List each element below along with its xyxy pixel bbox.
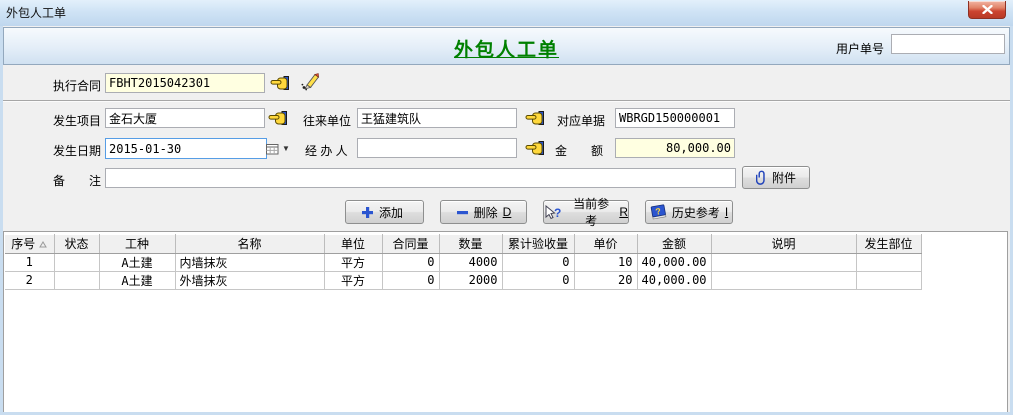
- column-header-7[interactable]: 数量: [439, 234, 502, 253]
- grid-cell[interactable]: 4000: [439, 253, 502, 271]
- remark-label: 备 注: [53, 172, 101, 189]
- window-title: 外包人工单: [6, 4, 66, 21]
- book-icon: ?: [650, 204, 667, 220]
- grid-cell[interactable]: 外墙抹灰: [175, 271, 324, 289]
- contract-edit-pencil-icon[interactable]: [300, 72, 321, 91]
- contract-label: 执行合同: [53, 77, 101, 94]
- close-icon: [982, 5, 993, 14]
- counterpart-lookup-hand-icon[interactable]: [525, 110, 545, 126]
- form-header: 外包人工单 用户单号: [3, 27, 1010, 65]
- help-cursor-icon: ?: [544, 205, 563, 220]
- grid-cell[interactable]: 平方: [324, 253, 382, 271]
- add-button[interactable]: 添加: [345, 200, 424, 224]
- grid-cell[interactable]: 2000: [439, 271, 502, 289]
- column-header-4[interactable]: 名称: [175, 234, 324, 253]
- close-button[interactable]: [968, 1, 1006, 19]
- contract-input[interactable]: [105, 73, 265, 93]
- date-label: 发生日期: [53, 142, 101, 159]
- column-header-2[interactable]: 状态: [54, 234, 99, 253]
- grid-cell[interactable]: 20: [574, 271, 637, 289]
- grid-cell[interactable]: A土建: [99, 253, 175, 271]
- grid-cell[interactable]: 40,000.00: [637, 271, 711, 289]
- grid-cell[interactable]: [711, 253, 856, 271]
- project-label: 发生项目: [53, 112, 101, 129]
- column-header-1[interactable]: 序号: [5, 234, 54, 253]
- doc-input[interactable]: [615, 108, 735, 128]
- column-header-6[interactable]: 合同量: [382, 234, 439, 253]
- grid-cell[interactable]: 0: [502, 253, 574, 271]
- plus-icon: [361, 206, 374, 219]
- grid-cell[interactable]: 0: [502, 271, 574, 289]
- user-order-input[interactable]: [891, 34, 1005, 54]
- grid-cell[interactable]: 平方: [324, 271, 382, 289]
- column-header-8[interactable]: 累计验收量: [502, 234, 574, 253]
- svg-text:?: ?: [554, 206, 561, 220]
- titlebar[interactable]: 外包人工单: [0, 0, 1013, 26]
- add-button-label: 添加: [379, 204, 403, 221]
- project-input[interactable]: [105, 108, 265, 128]
- grid-cell[interactable]: 40,000.00: [637, 253, 711, 271]
- amount-input[interactable]: [615, 138, 735, 158]
- grid-cell[interactable]: [856, 253, 921, 271]
- handler-label: 经 办 人: [305, 142, 348, 159]
- grid-cell[interactable]: [856, 271, 921, 289]
- attachment-button[interactable]: 附件: [742, 166, 810, 189]
- date-picker[interactable]: ▼: [105, 138, 267, 159]
- delete-button[interactable]: 删除D: [440, 200, 527, 224]
- minus-icon: [456, 206, 469, 219]
- detail-table: 序号状态工种名称单位合同量数量累计验收量单价金额说明发生部位1A土建内墙抹灰平方…: [5, 234, 922, 290]
- column-header-5[interactable]: 单位: [324, 234, 382, 253]
- grid-cell[interactable]: A土建: [99, 271, 175, 289]
- history-reference-label: 历史参考: [672, 204, 720, 221]
- dialog-body: 外包人工单 用户单号 执行合同 发生项目 往来单位: [3, 26, 1010, 412]
- date-dropdown-arrow-icon[interactable]: ▼: [280, 144, 294, 153]
- paperclip-icon: [756, 170, 767, 186]
- grid-cell[interactable]: 内墙抹灰: [175, 253, 324, 271]
- table-row[interactable]: 2A土建外墙抹灰平方0200002040,000.00: [5, 271, 921, 289]
- contract-lookup-hand-icon[interactable]: [270, 75, 290, 91]
- current-reference-label: 当前参考: [568, 195, 614, 229]
- column-header-3[interactable]: 工种: [99, 234, 175, 253]
- grid-cell[interactable]: [54, 271, 99, 289]
- calendar-icon[interactable]: [265, 143, 280, 155]
- grid-cell[interactable]: [54, 253, 99, 271]
- column-header-9[interactable]: 单价: [574, 234, 637, 253]
- grid-cell[interactable]: 0: [382, 253, 439, 271]
- current-reference-button[interactable]: ? 当前参考R: [543, 200, 629, 224]
- counterpart-input[interactable]: [357, 108, 517, 128]
- doc-label: 对应单据: [557, 112, 605, 129]
- table-row[interactable]: 1A土建内墙抹灰平方0400001040,000.00: [5, 253, 921, 271]
- grid-cell[interactable]: 1: [5, 253, 54, 271]
- counterpart-label: 往来单位: [303, 112, 351, 129]
- attachment-button-label: 附件: [772, 169, 796, 186]
- column-header-12[interactable]: 发生部位: [856, 234, 921, 253]
- grid-cell[interactable]: 10: [574, 253, 637, 271]
- table-header-row: 序号状态工种名称单位合同量数量累计验收量单价金额说明发生部位: [5, 234, 921, 253]
- delete-button-label: 删除: [474, 204, 498, 221]
- user-order-label: 用户单号: [836, 40, 884, 57]
- sort-indicator-icon: [39, 241, 47, 248]
- history-reference-button[interactable]: ? 历史参考I: [645, 200, 733, 224]
- column-header-11[interactable]: 说明: [711, 234, 856, 253]
- handler-lookup-hand-icon[interactable]: [525, 140, 545, 156]
- date-input[interactable]: [106, 140, 265, 157]
- column-header-10[interactable]: 金额: [637, 234, 711, 253]
- grid-cell[interactable]: [711, 271, 856, 289]
- project-lookup-hand-icon[interactable]: [268, 110, 288, 126]
- detail-grid: 序号状态工种名称单位合同量数量累计验收量单价金额说明发生部位1A土建内墙抹灰平方…: [3, 231, 1008, 412]
- amount-label: 金 额: [555, 142, 603, 159]
- handler-input[interactable]: [357, 138, 517, 158]
- remark-input[interactable]: [105, 168, 736, 188]
- separator-highlight: [3, 101, 1010, 102]
- grid-cell[interactable]: 0: [382, 271, 439, 289]
- grid-cell[interactable]: 2: [5, 271, 54, 289]
